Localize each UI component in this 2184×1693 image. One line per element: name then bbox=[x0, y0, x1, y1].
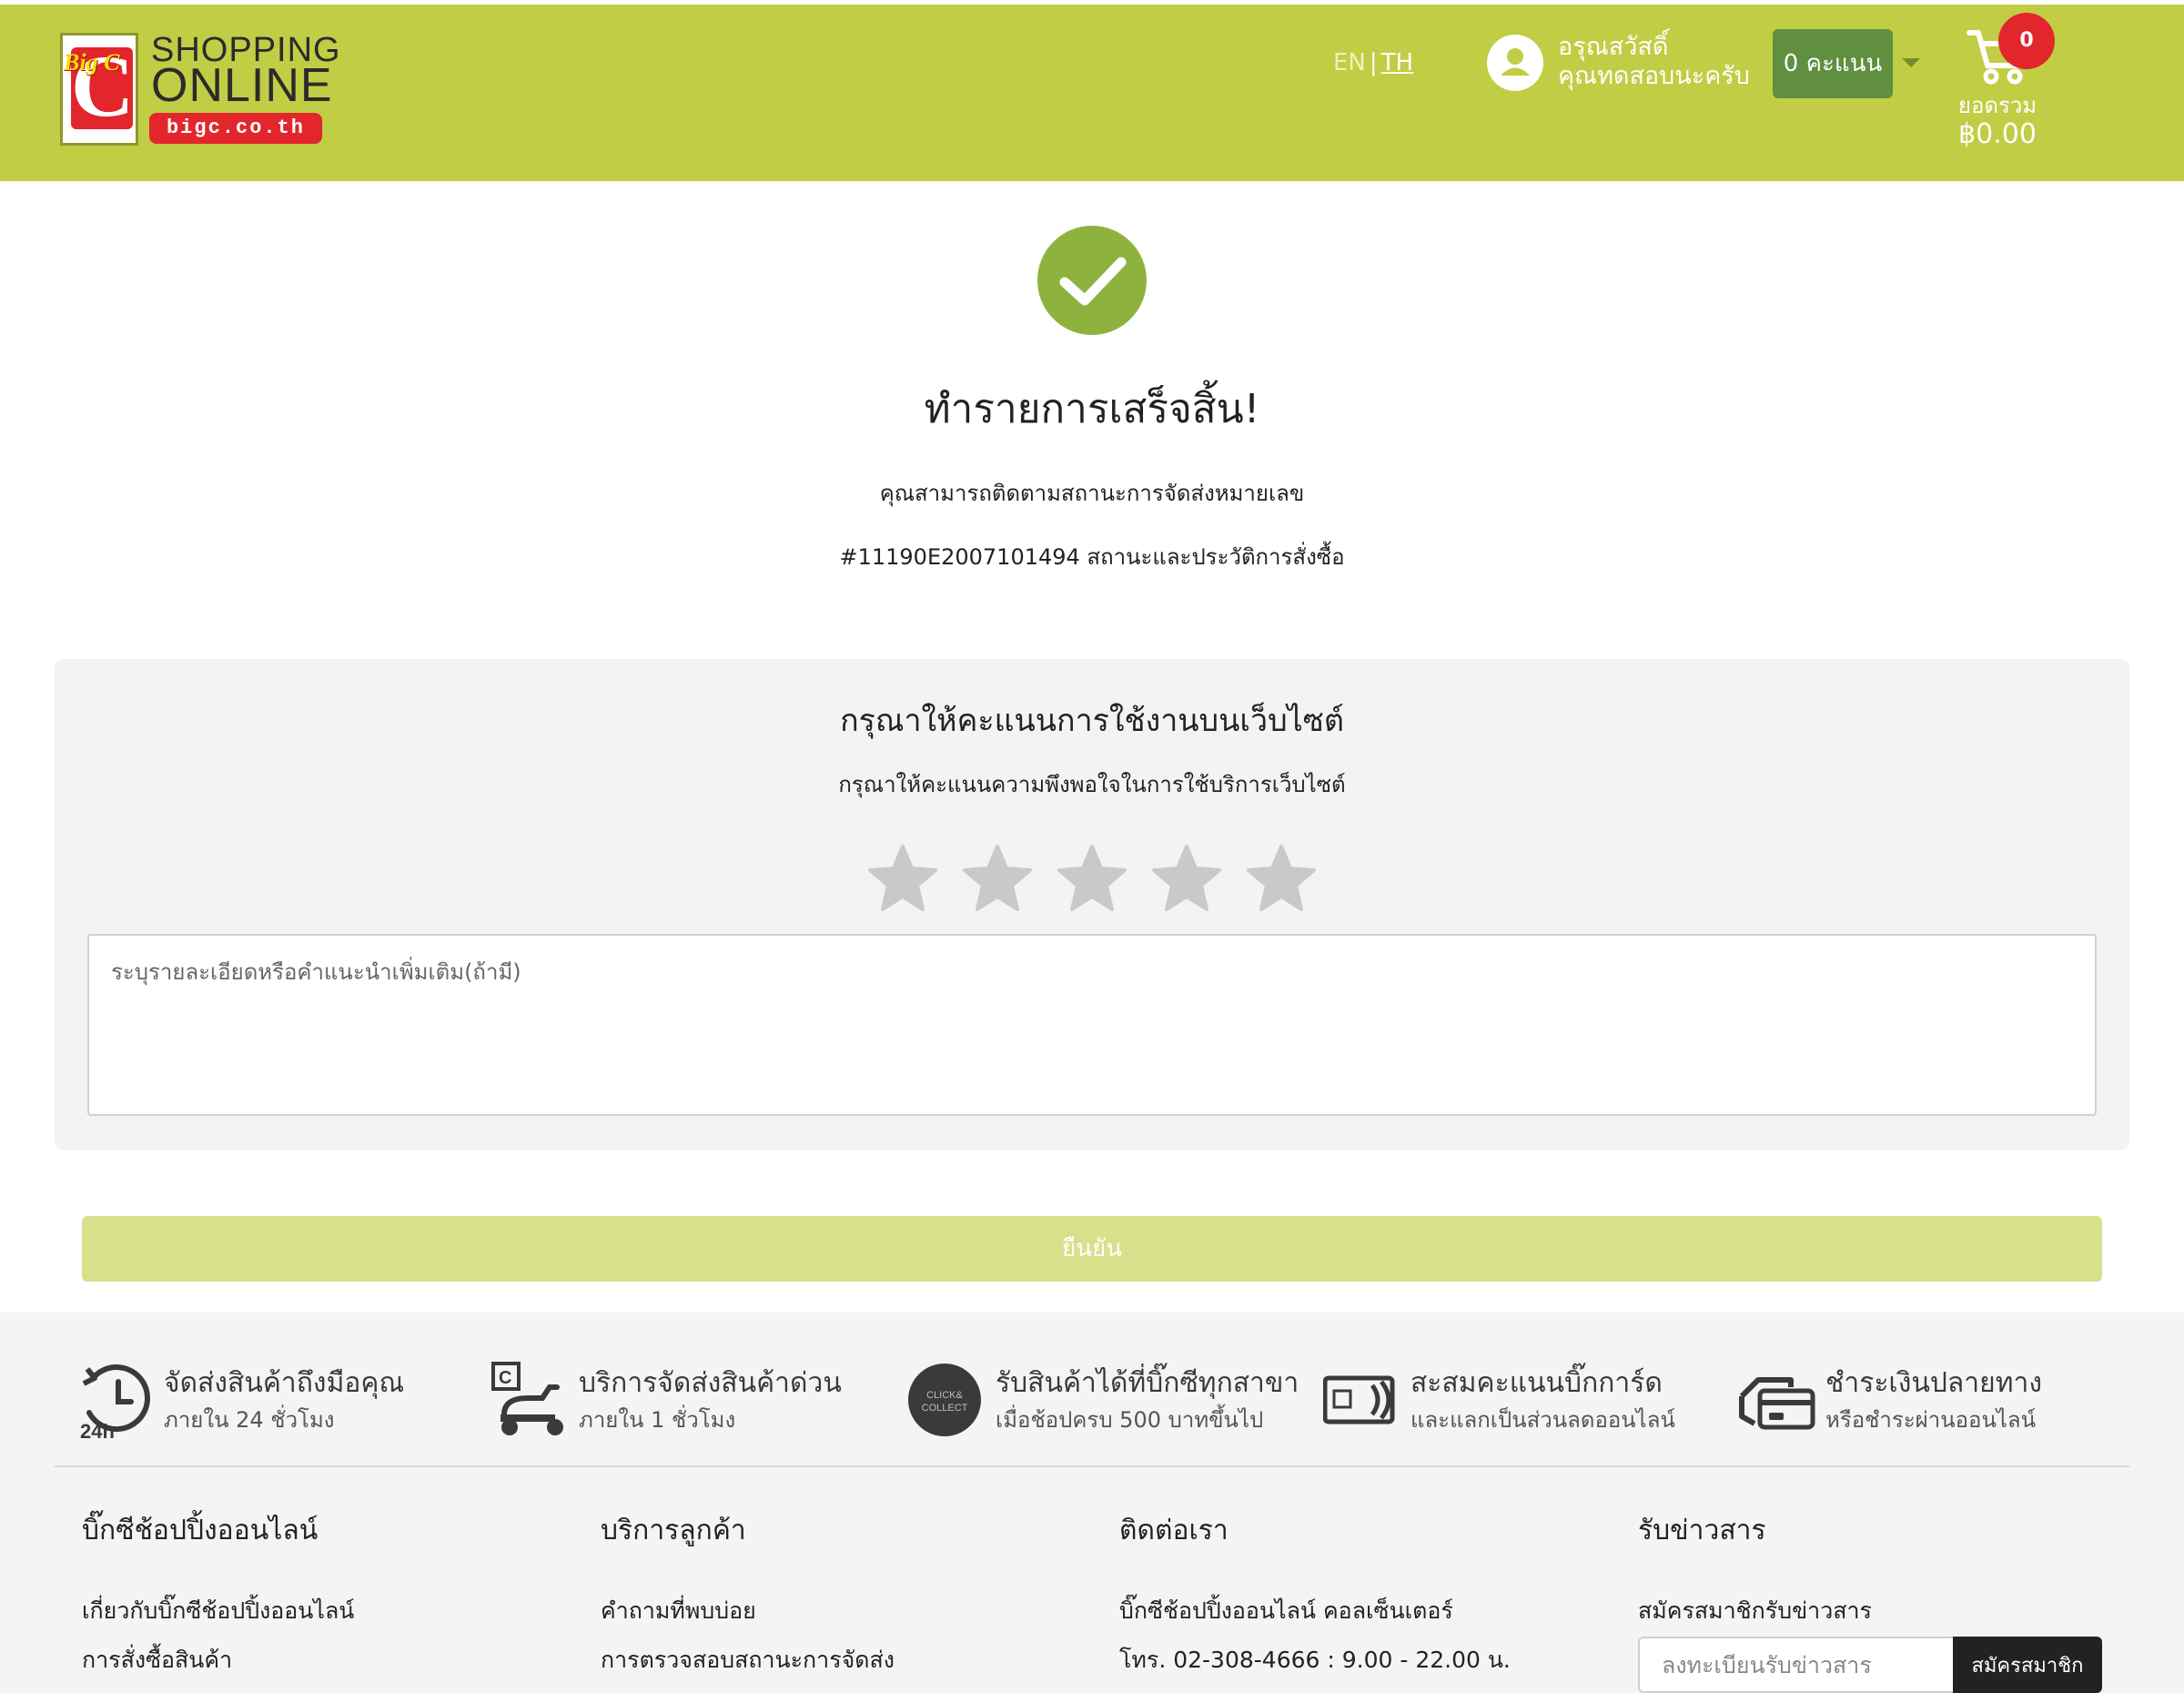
tracking-text: คุณสามารถติดตามสถานะการจัดส่งหมายเลข bbox=[879, 481, 1305, 506]
svg-text:COLLECT: COLLECT bbox=[922, 1403, 968, 1414]
user-name: คุณทดสอบนะครับ bbox=[1558, 62, 1750, 90]
star-icon[interactable] bbox=[1150, 841, 1223, 914]
star-icon[interactable] bbox=[961, 841, 1034, 914]
greeting-text: อรุณสวัสดิ์ bbox=[1558, 33, 1669, 61]
feature-badge: 24h bbox=[80, 1420, 115, 1440]
card-payment-icon bbox=[1739, 1377, 1815, 1430]
clock-24h-icon: 24h bbox=[80, 1364, 151, 1440]
feature-title: บริการจัดส่งสินค้าด่วน bbox=[579, 1367, 842, 1399]
scooter-icon: C bbox=[491, 1362, 563, 1435]
order-number-text: #11190E2007101494 สถานะและประวัติการสั่ง… bbox=[839, 544, 1345, 570]
footer-link-faq[interactable]: คำถามที่พบบ่อย bbox=[601, 1593, 756, 1629]
points-button[interactable]: 0 คะแนน bbox=[1773, 29, 1893, 98]
star-icon[interactable] bbox=[1056, 841, 1128, 914]
lang-en-link[interactable]: EN bbox=[1333, 49, 1366, 76]
footer-col-title-shop: บิ๊กซีช้อปปิ้งออนไลน์ bbox=[82, 1515, 318, 1546]
footer-phone-text[interactable]: โทร. 02-308-4666 : 9.00 - 22.00 น. bbox=[1119, 1642, 1511, 1678]
footer-link-ordering[interactable]: การสั่งซื้อสินค้า bbox=[82, 1642, 232, 1678]
star-icon[interactable] bbox=[1245, 841, 1318, 914]
feature-subtitle: ภายใน 24 ชั่วโมง bbox=[164, 1407, 335, 1433]
star-rating bbox=[866, 841, 1318, 914]
newsletter-subscribe-button[interactable]: สมัครสมาชิก bbox=[1953, 1637, 2102, 1693]
svg-text:C: C bbox=[499, 1368, 511, 1388]
feature-subtitle: เมื่อช้อปครบ 500 บาทขึ้นไป bbox=[996, 1407, 1264, 1433]
user-icon[interactable] bbox=[1487, 35, 1543, 91]
feature-subtitle: และแลกเป็นส่วนลดออนไลน์ bbox=[1410, 1407, 1675, 1433]
comment-textarea[interactable] bbox=[87, 934, 2097, 1116]
feature-subtitle: ภายใน 1 ชั่วโมง bbox=[579, 1407, 736, 1433]
rating-title: กรุณาให้คะแนนการใช้งานบนเว็บไซต์ bbox=[840, 703, 1344, 739]
bigcard-icon bbox=[1323, 1375, 1395, 1424]
logo-online-text: ONLINE bbox=[151, 59, 333, 112]
confirm-button[interactable]: ยืนยัน bbox=[82, 1216, 2102, 1282]
chevron-down-icon[interactable] bbox=[1902, 58, 1920, 67]
feature-title: ชำระเงินปลายทาง bbox=[1825, 1367, 2042, 1399]
click-collect-icon: CLICK& COLLECT bbox=[908, 1364, 981, 1436]
feature-title: จัดส่งสินค้าถึงมือคุณ bbox=[164, 1367, 405, 1399]
footer-divider bbox=[55, 1465, 2129, 1467]
star-icon[interactable] bbox=[866, 841, 939, 914]
lang-th-link[interactable]: TH bbox=[1381, 49, 1413, 76]
newsletter-text: สมัครสมาชิกรับข่าวสาร bbox=[1638, 1597, 1872, 1624]
footer-callcenter-text: บิ๊กซีช้อปปิ้งออนไลน์ คอลเซ็นเตอร์ bbox=[1119, 1597, 1453, 1624]
footer-link-about[interactable]: เกี่ยวกับบิ๊กซีช้อปปิ้งออนไลน์ bbox=[82, 1593, 354, 1629]
cart-count-badge[interactable]: 0 bbox=[1998, 13, 2055, 69]
footer-col-title-service: บริการลูกค้า bbox=[601, 1515, 746, 1546]
footer-col-title-contact: ติดต่อเรา bbox=[1119, 1515, 1228, 1546]
feature-title: สะสมคะแนนบิ๊กการ์ด bbox=[1410, 1367, 1663, 1399]
svg-text:CLICK&: CLICK& bbox=[926, 1390, 963, 1401]
user-greeting[interactable]: อรุณสวัสดิ์ คุณทดสอบนะครับ bbox=[1558, 33, 1750, 91]
feature-subtitle: หรือชำระผ่านออนไลน์ bbox=[1825, 1407, 2037, 1433]
logo-big-text: Big C bbox=[64, 49, 120, 76]
feature-title: รับสินค้าได้ที่บิ๊กซีทุกสาขา bbox=[996, 1367, 1299, 1399]
lang-separator: | bbox=[1369, 49, 1378, 76]
footer-link-tracking[interactable]: การตรวจสอบสถานะการจัดส่ง bbox=[601, 1642, 895, 1678]
success-title: ทำรายการเสร็จสิ้น! bbox=[924, 386, 1260, 432]
rating-subtitle: กรุณาให้คะแนนความพึงพอใจในการใช้บริการเว… bbox=[838, 772, 1346, 797]
footer-col-title-news: รับข่าวสาร bbox=[1638, 1515, 1766, 1546]
cart-total-value: ฿0.00 bbox=[1958, 118, 2037, 150]
language-switch: EN | TH bbox=[1333, 49, 1413, 76]
newsletter-email-input[interactable] bbox=[1638, 1637, 1953, 1693]
check-circle-icon bbox=[1037, 226, 1147, 335]
logo-url: bigc.co.th bbox=[149, 113, 322, 144]
